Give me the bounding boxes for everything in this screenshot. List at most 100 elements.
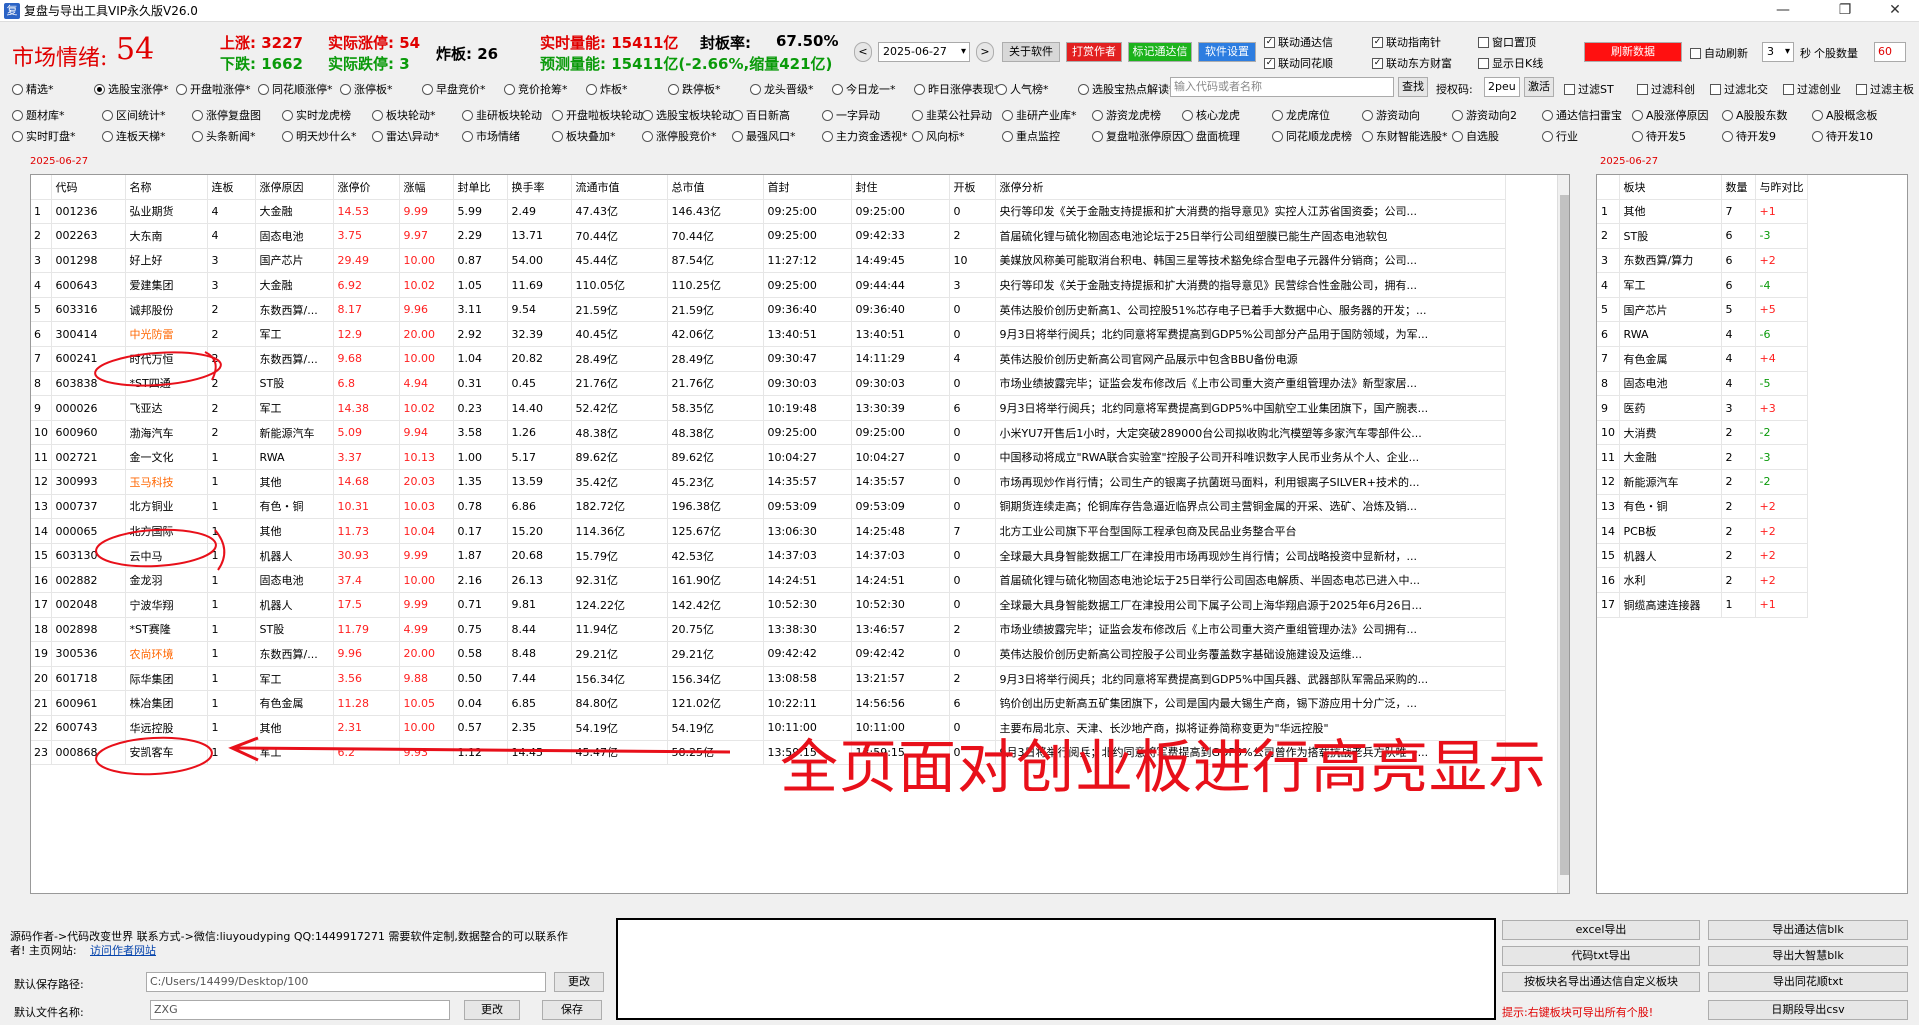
column-header[interactable]: 板块 — [1619, 175, 1722, 200]
filter-option[interactable]: 龙虎席位 — [1272, 107, 1330, 123]
column-header[interactable]: 数量 — [1721, 175, 1756, 200]
auto-refresh-checkbox[interactable]: 自动刷新 — [1690, 45, 1748, 61]
reward-author-button[interactable]: 打赏作者 — [1066, 42, 1122, 62]
filter-option[interactable]: 雷达\异动* — [372, 128, 439, 144]
filter-option[interactable]: 开盘啦板块轮动 — [552, 107, 643, 123]
column-header[interactable] — [1597, 175, 1620, 200]
activate-button[interactable]: 激活 — [1524, 77, 1554, 97]
filter-checkbox[interactable]: 过滤北交 — [1710, 81, 1768, 97]
sector-row[interactable]: 17 铜缆高速连接器 1 +1 — [1597, 592, 1808, 618]
filter-option[interactable]: 自选股 — [1452, 128, 1499, 144]
filter-option[interactable]: 板块轮动* — [372, 107, 436, 123]
column-header[interactable]: 与昨对比 — [1755, 175, 1808, 200]
filter-option[interactable]: 韭菜公社异动 — [912, 107, 992, 123]
sector-row[interactable]: 13 有色・铜 2 +2 — [1597, 494, 1808, 520]
filter-option[interactable]: 主力资金透视* — [822, 128, 908, 144]
sector-row[interactable]: 3 东数西算/算力 6 +2 — [1597, 248, 1808, 274]
tdx-blk-export-button[interactable]: 导出通达信blk — [1708, 920, 1908, 940]
window-top-checkbox[interactable]: 窗口置顶 — [1478, 34, 1536, 50]
table-row[interactable]: 1 001236 弘业期货 4 大金融 14.53 9.99 5.99 2.49 47.43亿 14… — [31, 199, 1506, 225]
filter-option[interactable]: A股概念板 — [1812, 107, 1878, 123]
filter-option[interactable]: 选股宝涨停* — [94, 81, 169, 97]
sector-row[interactable]: 5 国产芯片 5 +5 — [1597, 297, 1808, 323]
filter-option[interactable]: 实时龙虎榜 — [282, 107, 351, 123]
minimize-icon[interactable]: — — [1760, 0, 1806, 22]
ths-txt-export-button[interactable]: 导出同花顺txt — [1708, 972, 1908, 992]
table-row[interactable]: 12 300993 玉马科技 1 其他 14.68 20.03 1.35 13.59 35.42亿… — [31, 469, 1506, 495]
filter-option[interactable]: 市场情绪 — [462, 128, 520, 144]
filter-option[interactable]: 待开发10 — [1812, 128, 1873, 144]
column-header[interactable]: 封单比 — [453, 175, 508, 200]
sector-row[interactable]: 6 RWA 4 -6 — [1597, 321, 1808, 348]
table-row[interactable]: 7 600241 时代万恒 2 东数西算/... 9.68 10.00 1.04 20.82 28… — [31, 346, 1506, 372]
filter-option[interactable]: 明天炒什么* — [282, 128, 357, 144]
filter-option[interactable]: 复盘啦涨停原因 — [1092, 128, 1183, 144]
table-row[interactable]: 10 600960 渤海汽车 2 新能源汽车 5.09 9.94 3.58 1.26 48.38亿… — [31, 420, 1506, 446]
sector-row[interactable]: 4 军工 6 -4 — [1597, 272, 1808, 298]
filter-option[interactable]: 东财智能选股* — [1362, 128, 1448, 144]
table-row[interactable]: 15 603130 云中马 1 机器人 30.93 9.99 1.87 20.68 15.79亿 4… — [31, 543, 1506, 569]
save-path-input[interactable]: C:/Users/14499/Desktop/100 — [146, 972, 546, 992]
change-name-button[interactable]: 更改 — [464, 1000, 520, 1020]
filter-option[interactable]: A股涨停原因 — [1632, 107, 1709, 123]
filter-option[interactable]: 精选* — [12, 81, 54, 97]
filter-option[interactable]: 行业 — [1542, 128, 1578, 144]
table-row[interactable]: 3 001298 好上好 3 国产芯片 29.49 10.00 0.87 54.00 45.44亿… — [31, 248, 1506, 274]
table-row[interactable]: 11 002721 金一文化 1 RWA 3.37 10.13 1.00 5.17 89.62亿 8… — [31, 444, 1506, 471]
filter-checkbox[interactable]: 过滤科创 — [1637, 81, 1695, 97]
sector-row[interactable]: 10 大消费 2 -2 — [1597, 420, 1808, 446]
sector-row[interactable]: 16 水利 2 +2 — [1597, 567, 1808, 593]
next-date-button[interactable]: > — [976, 42, 994, 62]
table-row[interactable]: 13 000737 北方铜业 1 有色・铜 10.31 10.03 0.78 6.86 182.7… — [31, 494, 1506, 520]
table-row[interactable]: 2 002263 大东南 4 固态电池 3.75 9.97 2.29 13.71 70.44亿 70… — [31, 223, 1506, 249]
table-row[interactable]: 20 601718 际华集团 1 军工 3.56 9.88 0.50 7.44 156.34亿 15… — [31, 666, 1506, 692]
filter-option[interactable]: 韭研板块轮动 — [462, 107, 542, 123]
filter-option[interactable]: 竞价抢筹* — [504, 81, 568, 97]
table-row[interactable]: 21 600961 株冶集团 1 有色金属 11.28 10.05 0.04 6.85 84.80… — [31, 690, 1506, 716]
filter-option[interactable]: 连板天梯* — [102, 128, 166, 144]
show-kline-checkbox[interactable]: 显示日K线 — [1478, 55, 1543, 71]
link-znz-checkbox[interactable]: ✓ 联动指南针 — [1372, 34, 1441, 50]
change-path-button[interactable]: 更改 — [554, 972, 604, 992]
filter-option[interactable]: 涨停板* — [340, 81, 393, 97]
table-row[interactable]: 9 000026 飞亚达 2 军工 14.38 10.02 0.23 14.40 52.42亿 58… — [31, 395, 1506, 421]
column-header[interactable]: 封住 — [851, 175, 950, 200]
file-name-input[interactable]: ZXG — [150, 1000, 450, 1020]
filter-option[interactable]: 人气榜* — [996, 81, 1049, 97]
filter-option[interactable]: 同花顺涨停* — [258, 81, 333, 97]
filter-option[interactable]: 待开发9 — [1722, 128, 1776, 144]
filter-option[interactable]: 风向标* — [912, 128, 965, 144]
filter-option[interactable]: 游资龙虎榜 — [1092, 107, 1161, 123]
about-button[interactable]: 关于软件 — [1002, 42, 1060, 62]
prev-date-button[interactable]: < — [854, 42, 872, 62]
filter-option[interactable]: 实时盯盘* — [12, 128, 76, 144]
filter-option[interactable]: 选股宝热点解读* — [1078, 81, 1175, 97]
filter-option[interactable]: 韭研产业库* — [1002, 107, 1077, 123]
table-row[interactable]: 17 002048 宁波华翔 1 机器人 17.5 9.99 0.71 9.81 124.22亿 1… — [31, 592, 1506, 618]
interval-select[interactable]: 3 — [1762, 42, 1794, 62]
filter-option[interactable]: 区间统计* — [102, 107, 166, 123]
filter-option[interactable]: 头条新闻* — [192, 128, 256, 144]
column-header[interactable]: 流通市值 — [571, 175, 668, 200]
excel-export-button[interactable]: excel导出 — [1502, 920, 1700, 940]
column-header[interactable]: 连板 — [207, 175, 256, 200]
sector-row[interactable]: 1 其他 7 +1 — [1597, 199, 1808, 225]
sector-row[interactable]: 2 ST股 6 -3 — [1597, 223, 1808, 249]
sector-row[interactable]: 8 固态电池 4 -5 — [1597, 371, 1808, 397]
date-picker[interactable]: 2025-06-27 — [878, 42, 970, 62]
filter-option[interactable]: 涨停复盘图 — [192, 107, 261, 123]
filter-option[interactable]: 盘面梳理 — [1182, 128, 1240, 144]
filter-option[interactable]: 重点监控 — [1002, 128, 1060, 144]
column-header[interactable] — [31, 175, 52, 200]
code-txt-export-button[interactable]: 代码txt导出 — [1502, 946, 1700, 966]
filter-option[interactable]: 早盘竞价* — [422, 81, 486, 97]
table-row[interactable]: 6 300414 中光防雷 2 军工 12.9 20.00 2.92 32.39 40.45亿 42… — [31, 321, 1506, 348]
sector-tdx-export-button[interactable]: 按板块名导出通达信自定义板块 — [1502, 972, 1700, 992]
auth-code-input[interactable]: 2peu — [1484, 77, 1520, 97]
column-header[interactable]: 涨停原因 — [255, 175, 334, 200]
link-ths-checkbox[interactable]: ✓ 联动同花顺 — [1264, 55, 1333, 71]
filter-option[interactable]: 跌停板* — [668, 81, 721, 97]
sector-row[interactable]: 7 有色金属 4 +4 — [1597, 346, 1808, 372]
filter-option[interactable]: 待开发5 — [1632, 128, 1686, 144]
filter-option[interactable]: 百日新高 — [732, 107, 790, 123]
